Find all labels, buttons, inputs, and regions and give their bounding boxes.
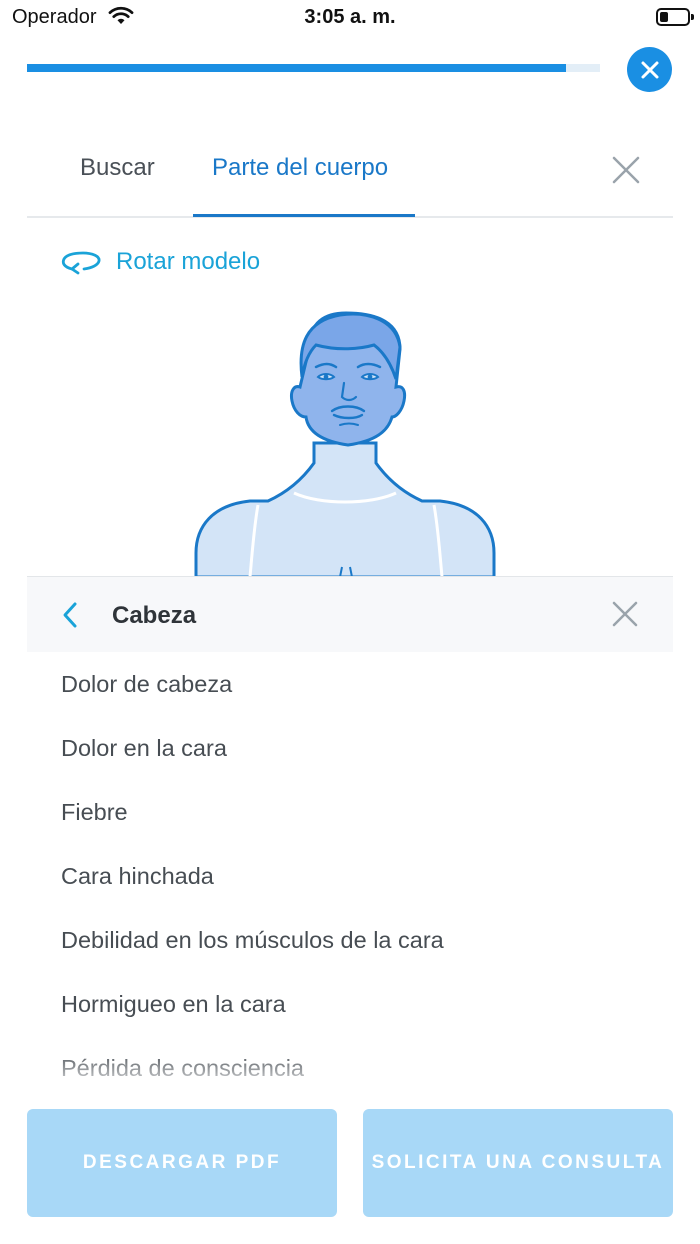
progress-fill — [27, 64, 566, 72]
close-icon — [641, 61, 658, 78]
panel-title: Cabeza — [112, 602, 197, 629]
battery-icon — [656, 8, 694, 26]
rotate-model-button[interactable]: Rotar modelo — [60, 248, 260, 276]
symptom-list: Dolor de cabeza Dolor en la cara Fiebre … — [27, 652, 673, 1084]
close-panel-button[interactable] — [611, 600, 639, 633]
symptom-panel-header: Cabeza — [27, 576, 673, 652]
close-icon — [612, 156, 640, 184]
list-fade — [27, 1050, 673, 1090]
clock: 3:05 a. m. — [304, 6, 396, 28]
request-consultation-button[interactable]: SOLICITA UNA CONSULTA — [363, 1109, 673, 1217]
tab-bar: Buscar Parte del cuerpo — [27, 130, 673, 218]
list-item[interactable]: Cara hinchada — [27, 844, 673, 908]
chevron-left-icon — [63, 602, 77, 628]
download-pdf-button[interactable]: DESCARGAR PDF — [27, 1109, 337, 1217]
tab-buscar[interactable]: Buscar — [80, 154, 155, 182]
tab-parte-del-cuerpo[interactable]: Parte del cuerpo — [212, 154, 388, 182]
list-item[interactable]: Dolor en la cara — [27, 716, 673, 780]
rotate-model-label: Rotar modelo — [116, 248, 261, 275]
close-icon — [612, 601, 638, 627]
list-item[interactable]: Fiebre — [27, 780, 673, 844]
body-model[interactable] — [190, 305, 510, 577]
close-tabs-button[interactable] — [611, 155, 641, 185]
rotate-icon — [61, 251, 101, 275]
back-button[interactable] — [61, 601, 79, 634]
list-item[interactable]: Dolor de cabeza — [27, 652, 673, 716]
close-assessment-button[interactable] — [627, 47, 672, 92]
list-item[interactable]: Debilidad en los músculos de la cara — [27, 908, 673, 972]
progress-bar — [27, 64, 600, 72]
status-bar: Operador 3:05 a. m. — [0, 0, 700, 40]
active-tab-indicator — [193, 214, 415, 217]
list-item[interactable]: Hormigueo en la cara — [27, 972, 673, 1036]
